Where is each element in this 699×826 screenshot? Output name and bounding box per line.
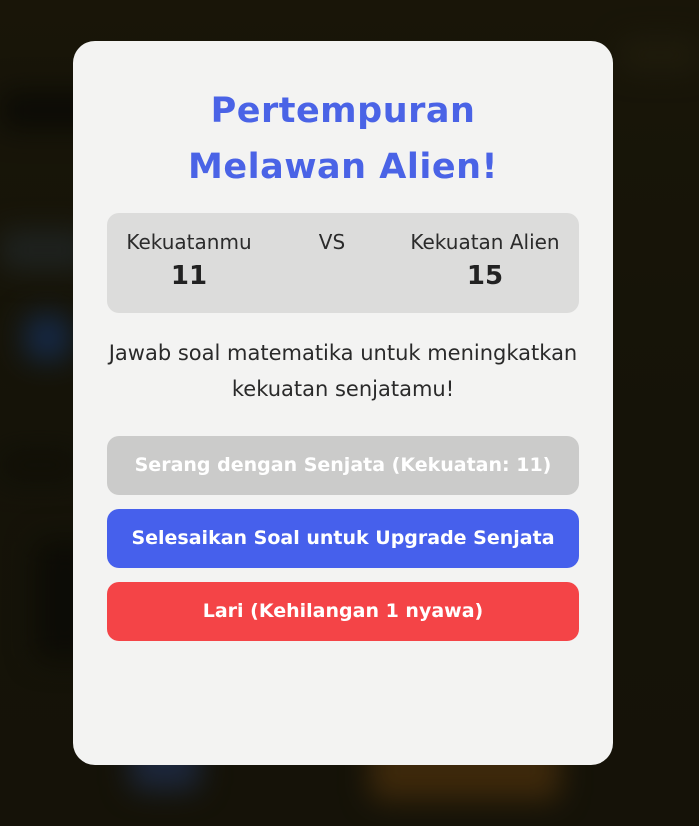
alien-power-stat: Kekuatan Alien 15 [403,230,567,294]
player-power-stat: Kekuatanmu 11 [119,230,259,294]
alien-power-label: Kekuatan Alien [410,230,560,254]
player-power-label: Kekuatanmu [126,230,252,254]
battle-modal: Pertempuran Melawan Alien! Kekuatanmu 11… [73,41,613,765]
instruction-message: Jawab soal matematika untuk meningkatkan… [108,341,578,401]
upgrade-weapon-button[interactable]: Selesaikan Soal untuk Upgrade Senjata [107,509,579,568]
run-away-button[interactable]: Lari (Kehilangan 1 nyawa) [107,582,579,641]
modal-title: Pertempuran Melawan Alien! [188,91,498,187]
attack-button[interactable]: Serang dengan Senjata (Kekuatan: 11) [107,436,579,495]
versus-label: VS [318,230,346,254]
alien-power-value: 15 [466,261,504,291]
player-power-value: 11 [170,261,208,291]
power-comparison-panel: Kekuatanmu 11 VS Kekuatan Alien 15 [107,213,579,313]
